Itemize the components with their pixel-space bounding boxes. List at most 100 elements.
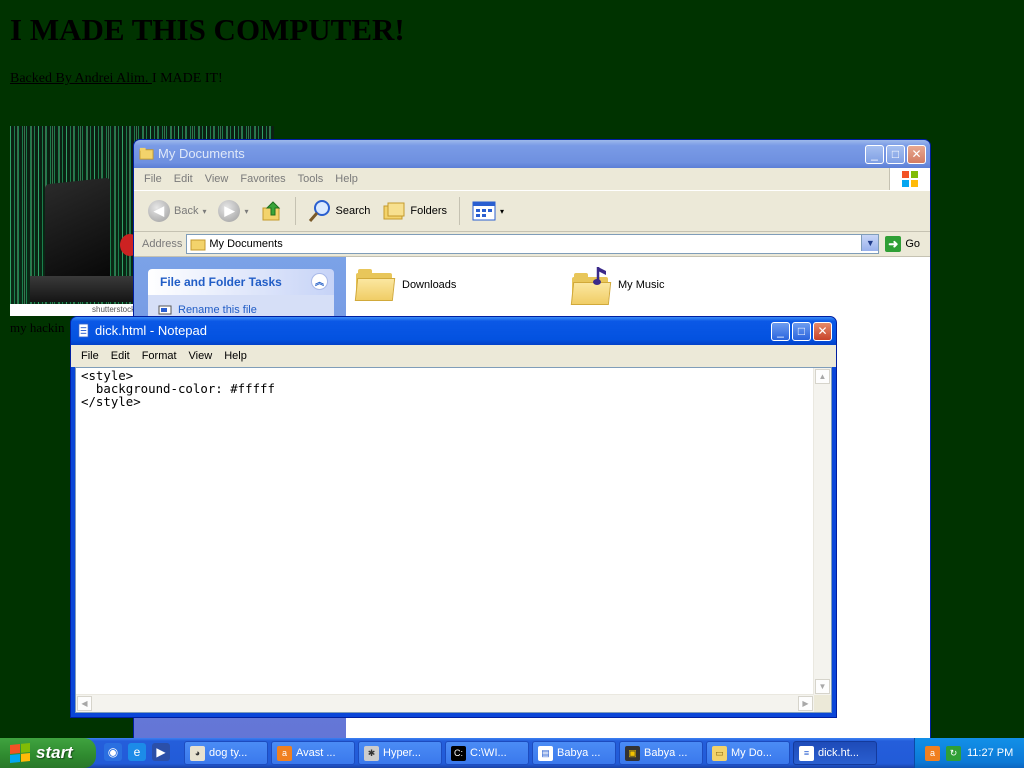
menu-view[interactable]: View — [183, 350, 219, 362]
task-button[interactable]: ✱ Hyper... — [358, 741, 442, 765]
menu-favorites[interactable]: Favorites — [234, 173, 291, 185]
task-buttons: ◕ dog ty... a Avast ... ✱ Hyper... C: C:\WI.… — [184, 741, 877, 765]
menu-file[interactable]: File — [75, 350, 105, 362]
task-label: C:\WI... — [470, 747, 507, 759]
folder-icon — [354, 269, 396, 301]
folders-button[interactable]: Folders — [378, 200, 451, 222]
up-folder-icon — [262, 201, 280, 221]
resize-grip-icon[interactable] — [814, 695, 831, 712]
address-value: My Documents — [209, 238, 283, 250]
scroll-right-icon[interactable]: ▶ — [798, 696, 813, 711]
notepad-icon: ≡ — [799, 745, 814, 761]
clock[interactable]: 11:27 PM — [967, 747, 1013, 759]
close-button[interactable]: ✕ — [813, 322, 832, 341]
task-panel-header[interactable]: File and Folder Tasks ︽ — [148, 269, 334, 295]
go-arrow-icon: ➜ — [885, 236, 902, 252]
menu-file[interactable]: File — [138, 173, 168, 185]
subtitle-suffix: I MADE IT! — [151, 71, 223, 86]
address-dropdown-button[interactable]: ▼ — [861, 235, 879, 251]
folder-icon — [190, 239, 206, 251]
menu-edit[interactable]: Edit — [105, 350, 136, 362]
folder-item-downloads[interactable]: Downloads — [354, 269, 456, 301]
task-label: Hyper... — [383, 747, 421, 759]
start-button[interactable]: start — [0, 738, 96, 768]
vertical-scrollbar[interactable]: ▲ ▼ — [813, 368, 831, 695]
scroll-up-icon[interactable]: ▲ — [815, 369, 830, 384]
network-tray-icon[interactable]: ↻ — [946, 745, 961, 761]
task-label: Babya ... — [557, 747, 601, 759]
address-bar: Address My Documents ▼ ➜ Go — [134, 232, 930, 257]
menu-tools[interactable]: Tools — [292, 173, 330, 185]
subtitle-prefix: Backed By Andrei Alim. — [10, 71, 152, 86]
task-button[interactable]: ◕ dog ty... — [184, 741, 268, 765]
views-button[interactable]: ▾ — [468, 201, 508, 221]
notepad-text[interactable]: <style> background-color: #fffff </style… — [78, 368, 813, 694]
folder-item-my-music[interactable]: My Music — [570, 265, 665, 305]
dog-icon: ◕ — [190, 745, 205, 761]
task-button[interactable]: a Avast ... — [271, 741, 355, 765]
maximize-button[interactable]: □ — [792, 322, 811, 341]
notepad-title: dick.html - Notepad — [95, 323, 207, 338]
search-button[interactable]: Search — [304, 199, 375, 223]
task-button[interactable]: ▣ Babya ... — [619, 741, 703, 765]
my-documents-title: My Documents — [158, 146, 245, 161]
toolbar-divider — [294, 197, 296, 225]
folder-label: My Music — [618, 279, 665, 291]
rename-icon — [158, 305, 172, 315]
menu-help[interactable]: Help — [329, 173, 364, 185]
menu-format[interactable]: Format — [136, 350, 183, 362]
back-button[interactable]: ◀ Back ▾ — [144, 200, 210, 222]
address-input[interactable]: My Documents ▼ — [186, 234, 880, 254]
avast-tray-icon[interactable]: a — [925, 745, 940, 761]
windows-logo-icon — [889, 168, 930, 190]
task-panel-title: File and Folder Tasks — [160, 275, 282, 289]
menu-help[interactable]: Help — [218, 350, 253, 362]
laptop-base-shape — [30, 276, 140, 302]
notepad-menubar: File Edit Format View Help — [71, 345, 836, 367]
hyperterminal-icon: ✱ — [364, 745, 379, 761]
desktop-icon[interactable]: ◉ — [104, 743, 122, 761]
notepad-icon — [78, 323, 89, 338]
search-icon — [308, 200, 330, 222]
back-arrow-icon: ◀ — [148, 200, 170, 222]
notepad-titlebar[interactable]: dick.html - Notepad _ □ ✕ — [71, 317, 836, 345]
page-link[interactable]: my hackin — [10, 320, 65, 336]
views-icon — [472, 201, 496, 221]
collapse-icon[interactable]: ︽ — [311, 273, 328, 290]
page-heading: I MADE THIS COMPUTER! — [10, 12, 405, 47]
minimize-button[interactable]: _ — [865, 145, 884, 164]
document-icon: ▤ — [538, 745, 553, 761]
horizontal-scrollbar[interactable]: ◀ ▶ — [76, 694, 814, 712]
up-folder-button[interactable] — [257, 200, 287, 222]
task-button[interactable]: ▭ My Do... — [706, 741, 790, 765]
internet-explorer-icon[interactable]: e — [128, 743, 146, 761]
avast-icon: a — [277, 745, 292, 761]
menu-edit[interactable]: Edit — [168, 173, 199, 185]
minimize-button[interactable]: _ — [771, 322, 790, 341]
task-button[interactable]: C: C:\WI... — [445, 741, 529, 765]
quick-launch: ◉ e ▶ — [104, 743, 170, 761]
task-button[interactable]: ▤ Babya ... — [532, 741, 616, 765]
close-button[interactable]: ✕ — [907, 145, 926, 164]
menu-view[interactable]: View — [199, 173, 235, 185]
windows-logo-icon — [10, 742, 30, 764]
task-label: dick.ht... — [818, 747, 859, 759]
taskbar: start ◉ e ▶ ◕ dog ty... a Avast ... ✱ Hyper… — [0, 738, 1024, 768]
back-label: Back — [174, 205, 199, 217]
search-label: Search — [335, 205, 371, 217]
folders-label: Folders — [410, 205, 448, 217]
scroll-left-icon[interactable]: ◀ — [77, 696, 92, 711]
folder-icon — [139, 147, 154, 160]
notepad-editor[interactable]: <style> background-color: #fffff </style… — [75, 367, 832, 713]
page-subtitle: Backed By Andrei Alim. I MADE IT! — [10, 71, 223, 87]
scroll-down-icon[interactable]: ▼ — [815, 679, 830, 694]
go-button[interactable]: ➜ Go — [883, 236, 930, 252]
my-documents-menubar: File Edit View Favorites Tools Help — [134, 168, 930, 190]
task-button-active[interactable]: ≡ dick.ht... — [793, 741, 877, 765]
forward-button[interactable]: ▶ ▾ — [214, 200, 252, 222]
maximize-button[interactable]: □ — [886, 145, 905, 164]
my-documents-titlebar[interactable]: My Documents _ □ ✕ — [134, 140, 930, 168]
folders-icon — [383, 202, 405, 220]
media-player-icon[interactable]: ▶ — [152, 743, 170, 761]
chevron-down-icon: ▾ — [500, 206, 505, 216]
